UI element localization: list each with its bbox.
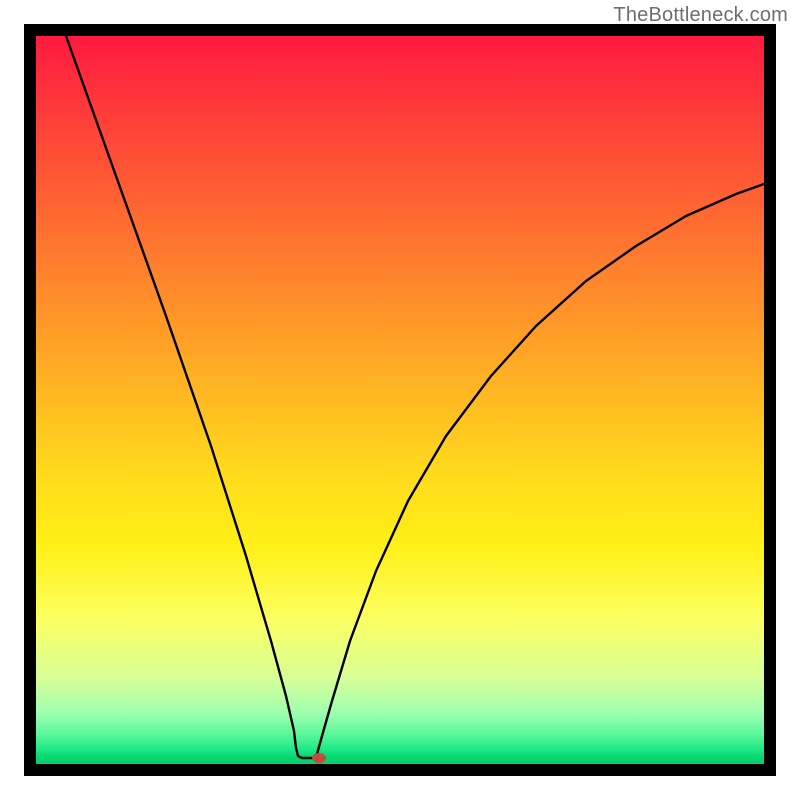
- plot-area: [36, 36, 764, 764]
- plot-frame: [24, 24, 776, 776]
- optimal-point-marker: [312, 753, 326, 763]
- bottleneck-curve: [66, 36, 764, 758]
- watermark-text: TheBottleneck.com: [613, 4, 788, 27]
- curve-svg: [36, 36, 764, 764]
